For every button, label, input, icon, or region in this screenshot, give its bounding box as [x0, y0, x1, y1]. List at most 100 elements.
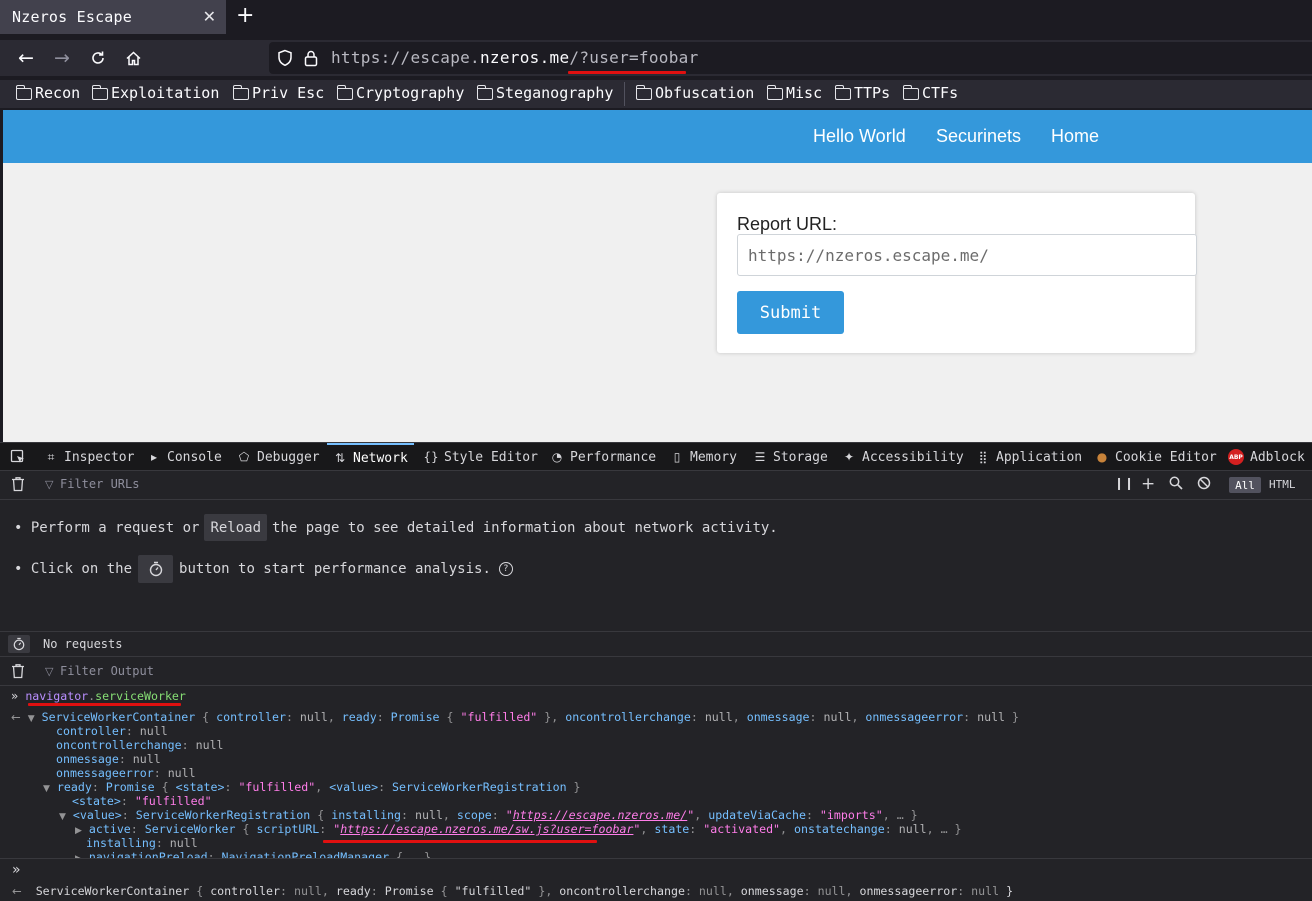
forward-icon[interactable]: → [50, 46, 74, 70]
hint-text: the page to see detailed information abo… [272, 519, 778, 536]
stopwatch-icon [149, 561, 162, 577]
trash-icon[interactable] [11, 476, 25, 496]
filter-urls-input[interactable]: Filter URLs [60, 477, 139, 491]
url-bar[interactable]: https://escape.nzeros.me/?user=foobar [269, 42, 1312, 74]
inspector-icon: ⌗ [47, 449, 55, 464]
object-property: installing: null [86, 836, 198, 850]
nav-link-hello-world[interactable]: Hello World [813, 126, 906, 147]
bookmark-folder-steganography[interactable]: Steganography [476, 84, 613, 102]
bookmark-label: Misc [786, 84, 823, 102]
close-icon[interactable]: ✕ [203, 7, 216, 26]
annotation-underline [323, 840, 597, 843]
submit-button[interactable]: Submit [737, 291, 844, 334]
object-property: onmessageerror: null [56, 766, 196, 780]
filter-icon: ▽ [45, 665, 54, 678]
tab-label: Adblock [1250, 449, 1305, 465]
tab-accessibility[interactable]: ✦ Accessibility [842, 443, 964, 471]
performance-hint: • Click on the button to start performan… [14, 555, 513, 583]
console-toolbar: ▽ Filter Output [0, 656, 1312, 686]
nav-link-home[interactable]: Home [1051, 126, 1099, 147]
memory-icon: ▯ [673, 450, 681, 464]
nav-link-securinets[interactable]: Securinets [936, 126, 1021, 147]
report-url-input[interactable] [737, 234, 1197, 276]
shield-icon[interactable] [277, 49, 295, 67]
plus-icon[interactable]: + [1141, 474, 1155, 494]
browser-tab[interactable]: Nzeros Escape ✕ [0, 0, 226, 34]
tab-memory[interactable]: ▯ Memory [670, 443, 737, 471]
bookmark-label: Obfuscation [655, 84, 755, 102]
tab-debugger[interactable]: ⬠ Debugger [237, 443, 320, 471]
bookmark-folder-exploitation[interactable]: Exploitation [91, 84, 219, 102]
script-url-link[interactable]: https://escape.nzeros.me/sw.js?user=foob… [340, 822, 633, 836]
braces-icon: {} [423, 450, 439, 464]
tab-storage[interactable]: ☰ Storage [753, 443, 828, 471]
help-icon[interactable]: ? [498, 562, 513, 576]
back-icon[interactable]: ← [14, 46, 38, 70]
prompt-icon: » [12, 862, 21, 878]
bookmark-folder-ctfs[interactable]: CTFs [902, 84, 959, 102]
hint-text: button to start performance analysis. [179, 561, 491, 577]
reload-icon[interactable] [86, 46, 110, 70]
folder-icon [635, 85, 652, 100]
home-icon[interactable] [121, 46, 145, 70]
reload-button[interactable]: Reload [204, 514, 268, 541]
tab-performance[interactable]: ◔ Performance [550, 443, 656, 471]
eager-evaluation-text: ← ServiceWorkerContainer { controller: n… [12, 884, 1014, 898]
tab-inspector[interactable]: ⌗ Inspector [44, 443, 135, 471]
tab-label: Performance [570, 449, 657, 465]
console-input[interactable]: » [0, 858, 1312, 884]
filter-icon: ▽ [45, 478, 54, 491]
tab-label: Network [353, 450, 408, 466]
folder-icon [232, 85, 249, 100]
console-output: » navigator.serviceWorker ← ▼ ServiceWor… [0, 686, 1312, 858]
report-url-label: Report URL: [737, 214, 838, 234]
console-input-echo: » navigator.serviceWorker [11, 689, 186, 703]
console-icon: ▸ [150, 450, 158, 464]
tab-network[interactable]: ⇅ Network [327, 443, 414, 471]
stopwatch-icon[interactable] [8, 635, 30, 653]
clear-console-icon[interactable] [11, 663, 25, 683]
filter-html-button[interactable]: HTML [1269, 478, 1296, 491]
pause-icon[interactable]: ❙❙ [1114, 476, 1134, 490]
tab-adblock[interactable]: ABP Adblock [1228, 443, 1305, 471]
bookmark-folder-recon[interactable]: Recon [15, 84, 80, 102]
tab-label: Style Editor [444, 449, 538, 465]
scope-link[interactable]: https://escape.nzeros.me/ [513, 808, 688, 822]
object-property-expandable[interactable]: ▶ navigationPreload: NavigationPreloadMa… [75, 850, 431, 858]
filter-all-button[interactable]: All [1229, 477, 1261, 493]
bookmark-folder-cryptography[interactable]: Cryptography [336, 84, 464, 102]
stopwatch-button[interactable] [138, 555, 174, 583]
bookmark-folder-priv-esc[interactable]: Priv Esc [232, 84, 325, 102]
network-toolbar: ▽ Filter URLs ❙❙ + All HTML [0, 471, 1312, 500]
bookmark-label: TTPs [854, 84, 891, 102]
bookmark-folder-obfuscation[interactable]: Obfuscation [635, 84, 755, 102]
bullet: • [14, 561, 31, 577]
bookmark-label: CTFs [922, 84, 959, 102]
tab-title: Nzeros Escape [12, 8, 132, 26]
lock-icon[interactable] [304, 49, 322, 67]
tab-label: Accessibility [862, 449, 964, 465]
filter-output-input[interactable]: Filter Output [60, 664, 154, 678]
block-icon[interactable] [1197, 476, 1211, 494]
navigation-bar: ← → https://escape.nzeros.me/?user=fooba… [0, 40, 1312, 76]
tab-label: Console [167, 449, 222, 465]
bookmark-label: Priv Esc [252, 84, 325, 102]
object-property-expandable[interactable]: ▶ active: ServiceWorker { scriptURL: "ht… [75, 822, 962, 838]
url-path: /?user=foobar [569, 48, 699, 67]
hint-text: Perform a request or [30, 519, 200, 536]
bookmark-folder-ttps[interactable]: TTPs [834, 84, 891, 102]
url-text[interactable]: https://escape.nzeros.me/?user=foobar [331, 48, 699, 67]
new-tab-icon[interactable]: + [236, 3, 254, 28]
bookmark-folder-misc[interactable]: Misc [766, 84, 823, 102]
element-picker-icon[interactable] [10, 443, 26, 471]
page-viewport: Hello World Securinets Home Report URL: … [3, 110, 1312, 442]
tab-cookie-editor[interactable]: ● Cookie Editor [1095, 443, 1217, 471]
search-icon[interactable] [1169, 476, 1183, 494]
tab-console[interactable]: ▸ Console [147, 443, 222, 471]
tab-application[interactable]: ⣿ Application [976, 443, 1083, 471]
hint-text: Click on the [30, 561, 133, 577]
tab-style-editor[interactable]: {} Style Editor [423, 443, 538, 471]
cookie-icon: ● [1096, 450, 1108, 464]
tab-label: Cookie Editor [1115, 449, 1217, 465]
url-prefix: https://escape. [331, 48, 480, 67]
